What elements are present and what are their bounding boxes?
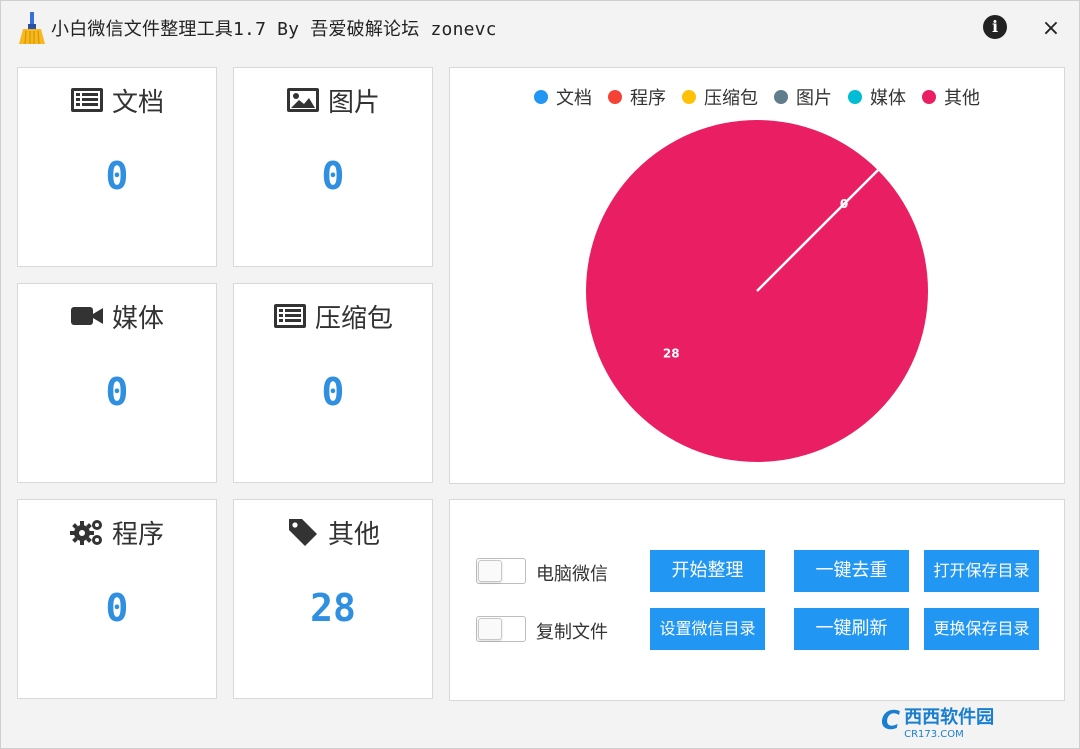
- legend-swatch: [608, 90, 622, 104]
- card-count: 0: [105, 370, 129, 414]
- window-title: 小白微信文件整理工具1.7 By 吾爱破解论坛 zonevc: [51, 19, 497, 40]
- legend-item[interactable]: 图片: [774, 84, 832, 110]
- legend-item[interactable]: 文档: [534, 84, 592, 110]
- chart-panel: 文档 程序 压缩包 图片 媒体 其他 0 28: [449, 67, 1065, 484]
- app-window: 小白微信文件整理工具1.7 By 吾爱破解论坛 zonevc i × 文档 0: [0, 0, 1080, 749]
- open-save-dir-button[interactable]: 打开保存目录: [924, 550, 1039, 592]
- change-save-dir-button[interactable]: 更换保存目录: [924, 608, 1039, 650]
- legend-label: 图片: [796, 88, 832, 109]
- legend-label: 其他: [944, 88, 980, 109]
- legend-item[interactable]: 媒体: [848, 84, 906, 110]
- controls-panel: 电脑微信 复制文件 开始整理 一键去重 打开保存目录 设置微信目录 一键刷新 更…: [449, 499, 1065, 701]
- pie-chart: 0 28: [586, 120, 928, 462]
- card-label: 压缩包: [314, 303, 393, 334]
- card-programs: 程序 0: [17, 499, 217, 699]
- legend-swatch: [774, 90, 788, 104]
- card-archives: 压缩包 0: [233, 283, 433, 483]
- card-documents: 文档 0: [17, 67, 217, 267]
- card-label: 图片: [327, 87, 380, 118]
- legend-swatch: [848, 90, 862, 104]
- card-count: 0: [105, 154, 129, 198]
- pie-slice-label: 28: [663, 346, 680, 360]
- legend-swatch: [682, 90, 696, 104]
- tag-icon: [288, 519, 317, 546]
- card-count: 0: [321, 370, 345, 414]
- card-count: 0: [321, 154, 345, 198]
- pie-slice-label: 0: [840, 197, 848, 211]
- document-list-icon: [70, 88, 103, 112]
- card-others: 其他 28: [233, 499, 433, 699]
- copy-files-toggle[interactable]: [476, 616, 526, 642]
- video-camera-icon: [70, 307, 103, 325]
- legend-item[interactable]: 其他: [922, 84, 980, 110]
- chart-legend: 文档 程序 压缩包 图片 媒体 其他: [450, 84, 1064, 110]
- gears-icon: [69, 520, 102, 545]
- pc-wechat-label: 电脑微信: [536, 564, 608, 585]
- legend-label: 文档: [556, 88, 592, 109]
- legend-label: 媒体: [870, 88, 906, 109]
- legend-swatch: [534, 90, 548, 104]
- legend-label: 程序: [630, 88, 666, 109]
- legend-item[interactable]: 程序: [608, 84, 666, 110]
- legend-item[interactable]: 压缩包: [682, 84, 758, 110]
- close-button[interactable]: ×: [1039, 17, 1063, 41]
- watermark-logo: C: [881, 706, 901, 736]
- dedupe-button[interactable]: 一键去重: [794, 550, 909, 592]
- legend-label: 压缩包: [704, 88, 758, 109]
- archive-list-icon: [273, 304, 306, 328]
- toggle-knob: [478, 618, 502, 640]
- site-watermark: C 西西软件园 CR173.COM: [881, 701, 1061, 741]
- card-label: 程序: [111, 519, 164, 550]
- watermark-name: 西西软件园: [904, 706, 995, 728]
- card-media: 媒体 0: [17, 283, 217, 483]
- card-label: 文档: [111, 87, 164, 118]
- set-wechat-dir-button[interactable]: 设置微信目录: [650, 608, 765, 650]
- card-images: 图片 0: [233, 67, 433, 267]
- broom-icon: [19, 12, 45, 45]
- copy-files-label: 复制文件: [536, 622, 608, 643]
- pc-wechat-toggle[interactable]: [476, 558, 526, 584]
- refresh-button[interactable]: 一键刷新: [794, 608, 909, 650]
- card-count: 28: [310, 586, 356, 630]
- image-icon: [286, 88, 319, 112]
- toggle-knob: [478, 560, 502, 582]
- watermark-url: CR173.COM: [904, 728, 964, 740]
- card-label: 媒体: [111, 303, 164, 334]
- card-count: 0: [105, 586, 129, 630]
- card-label: 其他: [327, 519, 380, 550]
- info-button[interactable]: i: [983, 15, 1007, 39]
- legend-swatch: [922, 90, 936, 104]
- start-organize-button[interactable]: 开始整理: [650, 550, 765, 592]
- title-bar: 小白微信文件整理工具1.7 By 吾爱破解论坛 zonevc i ×: [1, 1, 1079, 57]
